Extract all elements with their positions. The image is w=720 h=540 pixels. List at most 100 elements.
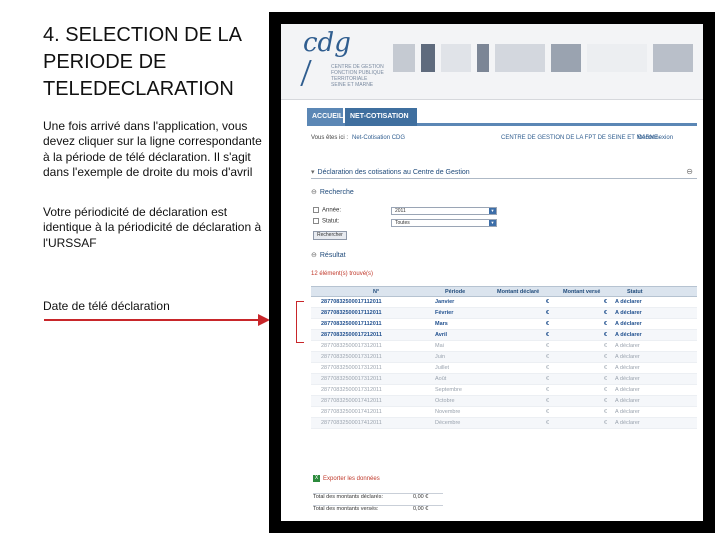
cdg-logo: cdg (303, 28, 351, 58)
col-number[interactable]: N° (373, 289, 379, 295)
row-paid: € (604, 354, 608, 360)
table-row[interactable]: 28770832500017412011 Novembre € € A déclarer (311, 407, 697, 418)
row-number[interactable]: 28770832500017312011 (321, 354, 382, 360)
row-number[interactable]: 28770832500017312011 (321, 387, 382, 393)
row-declared: € (546, 310, 550, 316)
excel-icon: X (313, 475, 320, 482)
tab-net-cotisation[interactable]: NET-COTISATION CDG (345, 108, 417, 138)
table-row[interactable]: 28770832500017412011 Décembre € € A déclarer (311, 418, 697, 429)
col-period[interactable]: Période (445, 289, 465, 295)
table-row[interactable]: 28770832500017412011 Octobre € € A déclarer (311, 396, 697, 407)
row-status: A déclarer (615, 332, 642, 338)
table-row[interactable]: 28770832500017312011 Septembre € € A déclare… (311, 385, 697, 396)
year-checkbox[interactable] (313, 207, 319, 213)
row-number[interactable]: 28770832500017112011 (321, 299, 382, 305)
periodicity-paragraph: Votre périodicité de déclaration est ide… (43, 205, 262, 250)
row-status: A déclarer (615, 310, 642, 316)
row-paid: € (604, 398, 608, 404)
screenshot-frame: cdg CENTRE DE GESTION FONCTION PUBLIQUE … (269, 12, 715, 533)
section-search-header[interactable]: ⊖ Recherche (311, 188, 697, 196)
row-declared: € (546, 387, 550, 393)
year-filter: Année: (313, 207, 341, 214)
row-number[interactable]: 28770832500017312011 (321, 365, 382, 371)
export-link[interactable]: X Exporter les données (313, 475, 380, 482)
section-declaration-header[interactable]: ▾ Déclaration des cotisations au Centre d… (311, 167, 697, 179)
row-status: A déclarer (615, 376, 640, 382)
row-number[interactable]: 28770832500017412011 (321, 420, 382, 426)
main-nav: ACCUEIL NET-COTISATION CDG (307, 108, 697, 138)
row-status: A déclarer (615, 387, 640, 393)
row-paid: € (604, 409, 608, 415)
row-number[interactable]: 28770832500017312011 (321, 343, 382, 349)
organisation-link[interactable]: CENTRE DE GESTION DE LA FPT DE SEINE ET … (501, 135, 658, 141)
table-row[interactable]: 28770832500017112011 Mars € € A déclarer (311, 319, 697, 330)
status-checkbox[interactable] (313, 218, 319, 224)
row-declared: € (546, 332, 550, 338)
row-paid: € (604, 343, 608, 349)
table-row[interactable]: 28770832500017312011 Juillet € € A déclarer (311, 363, 697, 374)
row-status: A déclarer (615, 365, 640, 371)
chevron-down-icon: ▼ (489, 208, 496, 214)
status-select[interactable]: Toutes ▼ (391, 219, 497, 227)
row-paid: € (604, 321, 608, 327)
logo-subtitle: CENTRE DE GESTION FONCTION PUBLIQUE TERR… (331, 64, 384, 88)
highlight-bracket (296, 301, 304, 343)
row-number[interactable]: 28770832500017112011 (321, 310, 382, 316)
row-paid: € (604, 310, 608, 316)
row-period: Octobre (435, 398, 455, 404)
triangle-down-icon: ▾ (311, 169, 315, 176)
row-paid: € (604, 376, 608, 382)
row-period: Février (435, 310, 454, 316)
banner-decoration (477, 44, 489, 72)
table-row[interactable]: 28770832500017112011 Février € € A déclarer (311, 308, 697, 319)
row-number[interactable]: 28770832500017312011 (321, 376, 382, 382)
row-status: A déclarer (615, 398, 640, 404)
year-select[interactable]: 2011 ▼ (391, 207, 497, 215)
table-row[interactable]: 28770832500017212011 Avril € € A déclarer (311, 330, 697, 341)
row-declared: € (546, 376, 550, 382)
banner-decoration (393, 44, 415, 72)
row-period: Mai (435, 343, 444, 349)
row-period: Novembre (435, 409, 461, 415)
app-screen: cdg CENTRE DE GESTION FONCTION PUBLIQUE … (281, 24, 703, 521)
instruction-paragraph: Une fois arrivé dans l'application, vous… (43, 119, 262, 179)
row-declared: € (546, 321, 550, 327)
table-row[interactable]: 28770832500017312011 Août € € A déclarer (311, 374, 697, 385)
slide-title: 4. SELECTION DE LA PERIODE DE TELEDECLAR… (43, 24, 241, 100)
row-number[interactable]: 28770832500017412011 (321, 409, 382, 415)
col-status[interactable]: Statut (627, 289, 643, 295)
row-number[interactable]: 28770832500017112011 (321, 321, 382, 327)
row-number[interactable]: 28770832500017212011 (321, 332, 382, 338)
row-status: A déclarer (615, 321, 642, 327)
col-paid[interactable]: Montant versé (563, 289, 600, 295)
search-button[interactable]: Rechercher (313, 231, 347, 240)
row-declared: € (546, 409, 550, 415)
status-filter: Statut: (313, 218, 339, 225)
row-paid: € (604, 332, 608, 338)
tab-home[interactable]: ACCUEIL (307, 108, 343, 126)
row-paid: € (604, 387, 608, 393)
row-declared: € (546, 343, 550, 349)
row-paid: € (604, 420, 608, 426)
collapse-icon[interactable]: ⊖ (686, 167, 693, 176)
col-declared[interactable]: Montant déclaré (497, 289, 539, 295)
table-row[interactable]: 28770832500017112011 Janvier € € A déclarer (311, 297, 697, 308)
row-period: Juin (435, 354, 446, 360)
section-result-header[interactable]: ⊖ Résultat (311, 251, 697, 259)
row-period: Septembre (435, 387, 462, 393)
table-row[interactable]: 28770832500017312011 Mai € € A déclarer (311, 341, 697, 352)
table-row[interactable]: 28770832500017312011 Juin € € A déclarer (311, 352, 697, 363)
row-paid: € (604, 299, 608, 305)
callout-label: Date de télé déclaration (43, 299, 170, 313)
row-period: Décembre (435, 420, 461, 426)
row-status: A déclarer (615, 343, 640, 349)
row-number[interactable]: 28770832500017412011 (321, 398, 382, 404)
breadcrumb-current[interactable]: Net-Cotisation CDG (352, 135, 405, 141)
row-declared: € (546, 420, 550, 426)
callout-arrow-line (44, 319, 260, 321)
total-declared: Total des montants déclarés: 0,00 € (313, 493, 443, 500)
logout-link[interactable]: Déconnexion (638, 135, 673, 141)
breadcrumb: Vous êtes ici : Net-Cotisation CDG (311, 135, 406, 141)
banner-decoration (421, 44, 435, 72)
row-period: Janvier (435, 299, 455, 305)
